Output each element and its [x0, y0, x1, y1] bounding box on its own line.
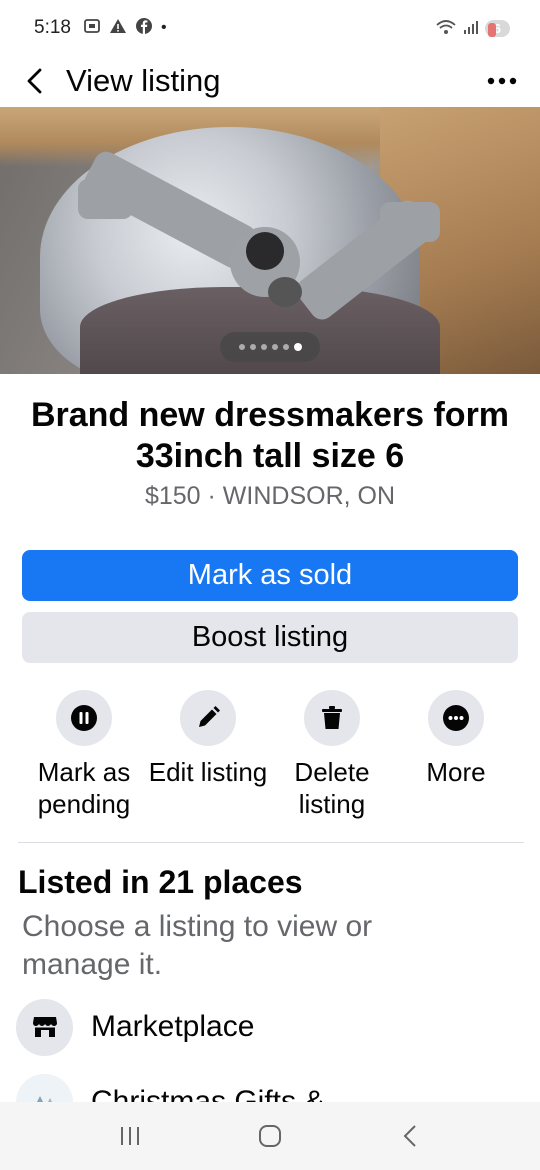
back-button[interactable] — [18, 61, 52, 101]
edit-listing-button[interactable]: Edit listing — [143, 690, 273, 788]
page-title: View listing — [66, 63, 221, 98]
trash-icon — [322, 706, 342, 729]
list-item-marketplace[interactable]: Marketplace — [16, 997, 526, 1057]
places-subtitle: Choose a listing to view or manage it. — [22, 910, 373, 981]
battery-indicator: 6 — [484, 19, 510, 37]
storefront-icon — [32, 1017, 57, 1037]
boost-listing-button[interactable]: Boost listing — [22, 612, 518, 663]
chevron-left-icon — [403, 1125, 416, 1147]
recent-apps-button[interactable] — [100, 1106, 160, 1166]
pause-icon — [71, 705, 97, 731]
list-item-name: Marketplace — [91, 1010, 255, 1043]
screenshot-icon — [83, 17, 101, 40]
page-dot-active — [293, 343, 302, 351]
page-dot — [260, 344, 267, 350]
status-time: 5:18 — [34, 17, 71, 38]
places-heading: Listed in 21 places — [18, 864, 303, 900]
warning-icon — [109, 17, 127, 40]
mark-as-pending-button[interactable]: Mark as pending — [19, 690, 149, 820]
action-label: Edit listing — [148, 757, 268, 787]
ellipsis-icon — [487, 77, 517, 85]
more-actions-button[interactable]: More — [391, 690, 521, 788]
mark-as-sold-button[interactable]: Mark as sold — [22, 550, 518, 601]
page-dot — [271, 344, 278, 350]
signal-icon — [463, 19, 479, 38]
listing-price-location: $150 · WINDSOR, ON — [144, 482, 396, 510]
gallery-pagination — [220, 332, 320, 362]
home-icon — [259, 1125, 281, 1147]
listing-title: Brand new dressmakers form 33inch tall s… — [30, 396, 510, 475]
system-navigation-bar — [0, 1102, 540, 1170]
page-dot — [249, 344, 256, 350]
notification-icons: • — [83, 17, 167, 40]
app-bar: View listing — [0, 56, 540, 106]
page-dot — [238, 344, 245, 350]
back-arrow-icon — [27, 68, 42, 94]
section-divider — [18, 842, 524, 843]
recent-apps-icon — [121, 1127, 139, 1145]
action-label: Delete listing — [294, 757, 370, 819]
listing-actions: Mark as pending Edit listing Delete list… — [0, 690, 540, 820]
status-bar: 5:18 • 6 — [0, 0, 540, 56]
system-icons: 6 — [435, 18, 510, 39]
facebook-icon — [135, 17, 153, 40]
pencil-icon — [199, 706, 220, 727]
dot-icon: • — [160, 19, 167, 36]
page-dot — [282, 344, 289, 350]
system-back-button[interactable] — [380, 1106, 440, 1166]
more-icon — [443, 705, 469, 731]
action-label: Mark as pending — [37, 757, 131, 819]
action-label: More — [426, 757, 486, 787]
more-options-button[interactable] — [482, 61, 522, 101]
home-button[interactable] — [240, 1106, 300, 1166]
delete-listing-button[interactable]: Delete listing — [267, 690, 397, 820]
wifi-icon — [435, 18, 457, 39]
